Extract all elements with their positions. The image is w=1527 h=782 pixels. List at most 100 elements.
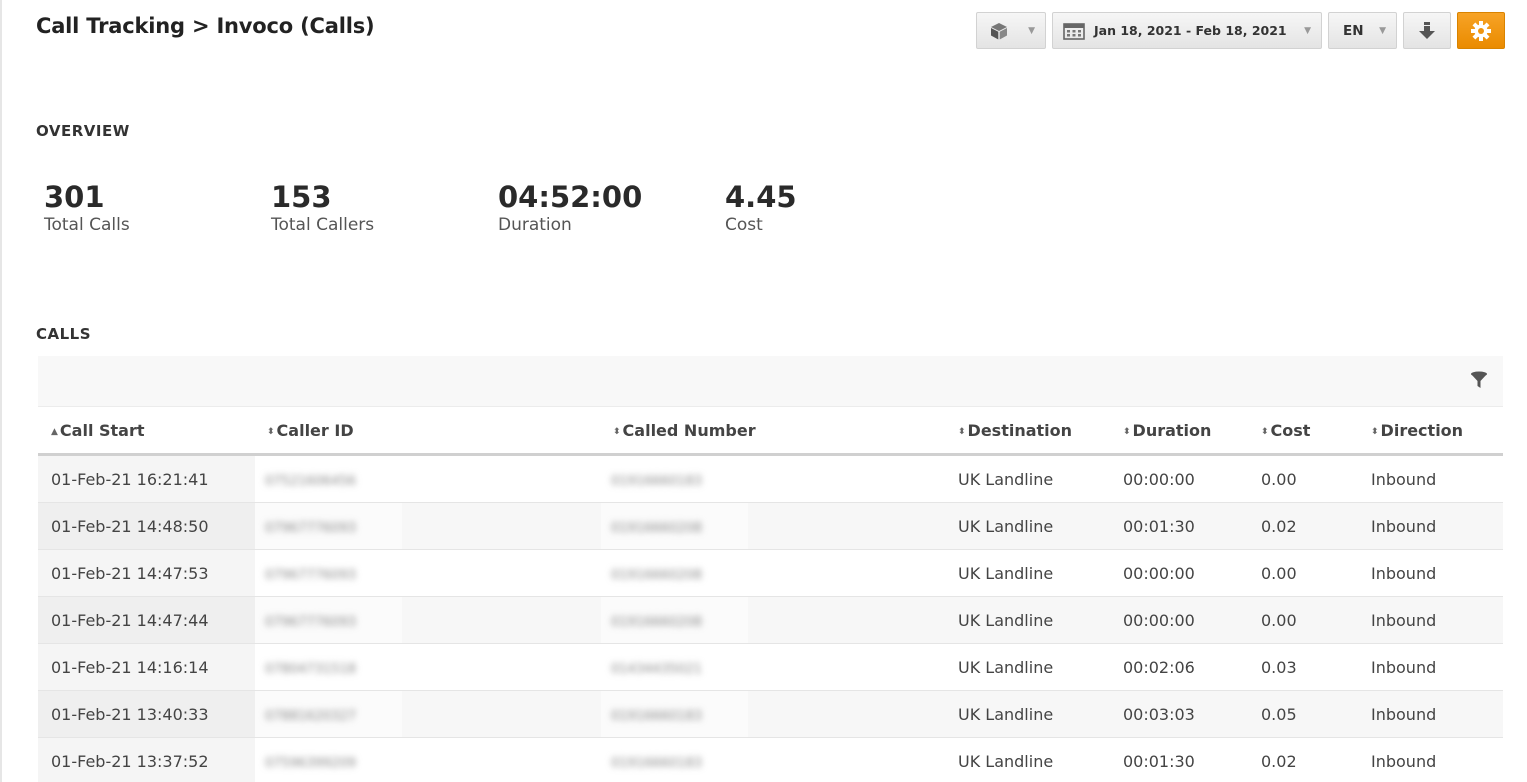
redacted-number: 07521606456: [265, 473, 356, 489]
stat-label: Total Calls: [44, 215, 130, 235]
chevron-down-icon: ▼: [1379, 25, 1386, 36]
calendar-icon: [1063, 22, 1085, 40]
stat-value: 4.45: [725, 180, 797, 214]
cell-cost: 0.00: [1250, 549, 1360, 597]
stat-total-calls: 301 Total Calls: [44, 180, 271, 236]
page: Call Tracking > Invoco (Calls) ▼ Jan 18,…: [0, 0, 1527, 782]
redacted-number: 07881620327: [265, 708, 356, 724]
table-row[interactable]: 01-Feb-21 16:21:41 07521606456 01916660183…: [38, 454, 1503, 503]
column-header-caller-id[interactable]: ⬍ Caller ID: [255, 407, 601, 456]
cell-caller-id: 07596399209: [255, 737, 601, 782]
cell-call-start: 01-Feb-21 13:40:33: [38, 690, 255, 738]
cell-cost: 0.03: [1250, 643, 1360, 691]
cell-duration: 00:02:06: [1112, 643, 1250, 691]
settings-button[interactable]: [1457, 12, 1505, 49]
cell-duration: 00:00:00: [1112, 454, 1250, 503]
cell-duration: 00:03:03: [1112, 690, 1250, 738]
cell-caller-id: 07967776093: [255, 549, 601, 597]
page-title: Call Tracking > Invoco (Calls): [36, 14, 375, 38]
column-header-label: Cost: [1270, 420, 1311, 440]
cell-direction: Inbound: [1360, 596, 1503, 644]
sort-icon: ⬍: [613, 426, 621, 437]
sort-icon: ⬍: [1371, 426, 1379, 437]
column-header-label: Call Start: [59, 420, 145, 440]
cell-direction: Inbound: [1360, 549, 1503, 597]
sort-icon: ⬍: [267, 426, 275, 437]
column-header-destination[interactable]: ⬍ Destination: [947, 407, 1112, 456]
download-icon: [1419, 21, 1435, 39]
table-row[interactable]: 01-Feb-21 14:16:14 07804731518 01434435021…: [38, 643, 1503, 691]
table-header-row: ▲ Call Start ⬍ Caller ID ⬍ Called Number ⬍ D…: [38, 407, 1503, 456]
date-range-picker[interactable]: Jan 18, 2021 - Feb 18, 2021 ▼: [1052, 12, 1322, 49]
redacted-number: 01434435021: [611, 661, 702, 677]
download-button[interactable]: [1403, 12, 1451, 49]
column-header-call-start[interactable]: ▲ Call Start: [38, 407, 255, 456]
redacted-number: 01916660183: [611, 473, 702, 489]
column-header-label: Direction: [1380, 420, 1464, 440]
cell-call-start: 01-Feb-21 14:48:50: [38, 502, 255, 550]
table-row[interactable]: 01-Feb-21 14:48:50 07967776093 01916660208…: [38, 502, 1503, 550]
cube-icon: [991, 22, 1007, 39]
cell-caller-id: 07967776093: [255, 502, 601, 550]
redacted-number: 07967776093: [265, 567, 356, 583]
cell-call-start: 01-Feb-21 14:47:53: [38, 549, 255, 597]
stat-duration: 04:52:00 Duration: [498, 180, 725, 236]
toolbar: ▼ Jan 18, 2021 - Feb 18, 2021 ▼ EN ▼: [976, 12, 1505, 49]
cell-destination: UK Landline: [947, 454, 1112, 503]
overview-heading: OVERVIEW: [36, 122, 130, 140]
cell-called-number: 01434435021: [601, 643, 947, 691]
column-header-label: Called Number: [622, 420, 756, 440]
cell-destination: UK Landline: [947, 549, 1112, 597]
view-selector-button[interactable]: ▼: [976, 12, 1046, 49]
column-header-cost[interactable]: ⬍ Cost: [1250, 407, 1360, 456]
column-header-called-number[interactable]: ⬍ Called Number: [601, 407, 947, 456]
table-row[interactable]: 01-Feb-21 13:37:52 07596399209 01916660183…: [38, 737, 1503, 782]
cell-called-number: 01916660208: [601, 502, 947, 550]
sort-icon: ⬍: [958, 426, 966, 437]
cell-called-number: 01916660183: [601, 737, 947, 782]
redacted-number: 07596399209: [265, 755, 356, 771]
cell-called-number: 01916660183: [601, 690, 947, 738]
column-header-direction[interactable]: ⬍ Direction: [1360, 407, 1503, 456]
stat-value: 153: [271, 180, 332, 214]
table-row[interactable]: 01-Feb-21 13:40:33 07881620327 01916660183…: [38, 690, 1503, 738]
sort-icon: ⬍: [1123, 426, 1131, 437]
sort-icon: ⬍: [1261, 426, 1269, 437]
cell-destination: UK Landline: [947, 690, 1112, 738]
chevron-down-icon: ▼: [1028, 25, 1035, 36]
calls-table-body: 01-Feb-21 16:21:41 07521606456 01916660183…: [38, 454, 1503, 782]
overview-stats: 301 Total Calls 153 Total Callers 04:52:…: [44, 180, 952, 236]
cell-duration: 00:00:00: [1112, 549, 1250, 597]
stat-cost: 4.45 Cost: [725, 180, 952, 236]
cell-duration: 00:01:30: [1112, 502, 1250, 550]
table-row[interactable]: 01-Feb-21 14:47:53 07967776093 01916660208…: [38, 549, 1503, 597]
cell-called-number: 01916660208: [601, 596, 947, 644]
redacted-number: 07967776093: [265, 520, 356, 536]
redacted-number: 01916660183: [611, 755, 702, 771]
cell-caller-id: 07881620327: [255, 690, 601, 738]
stat-total-callers: 153 Total Callers: [271, 180, 498, 236]
cell-caller-id: 07521606456: [255, 454, 601, 503]
date-range-label: Jan 18, 2021 - Feb 18, 2021: [1094, 23, 1287, 38]
redacted-number: 01916660208: [611, 614, 702, 630]
stat-label: Total Callers: [271, 215, 375, 235]
cell-call-start: 01-Feb-21 14:16:14: [38, 643, 255, 691]
cell-destination: UK Landline: [947, 502, 1112, 550]
calls-heading: CALLS: [36, 325, 92, 343]
table-row[interactable]: 01-Feb-21 14:47:44 07967776093 01916660208…: [38, 596, 1503, 644]
language-selector[interactable]: EN ▼: [1328, 12, 1397, 49]
column-header-duration[interactable]: ⬍ Duration: [1112, 407, 1250, 456]
table-filter-bar: [38, 356, 1503, 407]
filter-icon[interactable]: [1469, 370, 1489, 390]
redacted-number: 01916660208: [611, 567, 702, 583]
stat-label: Cost: [725, 215, 763, 235]
cell-duration: 00:00:00: [1112, 596, 1250, 644]
cell-cost: 0.05: [1250, 690, 1360, 738]
cell-cost: 0.00: [1250, 596, 1360, 644]
stat-value: 301: [44, 180, 105, 214]
redacted-number: 07804731518: [265, 661, 356, 677]
cell-direction: Inbound: [1360, 454, 1503, 503]
redacted-number: 01916660208: [611, 520, 702, 536]
cell-call-start: 01-Feb-21 16:21:41: [38, 454, 255, 503]
calls-table: ▲ Call Start ⬍ Caller ID ⬍ Called Number ⬍ D…: [38, 407, 1503, 782]
